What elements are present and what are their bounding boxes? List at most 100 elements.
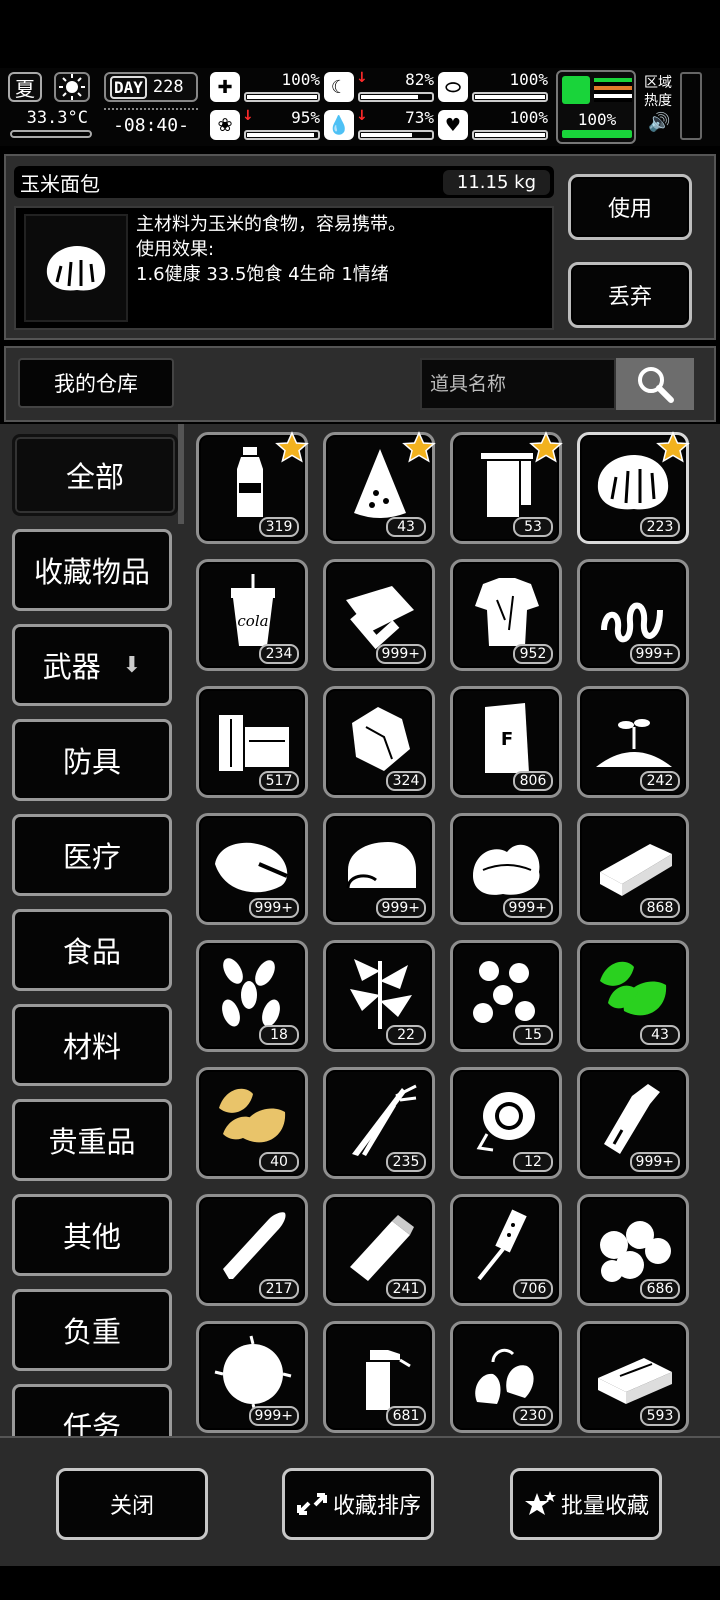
load-stripes-icon xyxy=(594,78,632,102)
category-5[interactable]: 食品 xyxy=(12,909,172,991)
item-slot[interactable]: 43 xyxy=(323,431,436,544)
item-count: 706 xyxy=(513,1279,553,1299)
category-10[interactable]: 任务 xyxy=(12,1384,172,1436)
day-counter: DAY 228 xyxy=(104,72,198,102)
category-label: 任务 xyxy=(62,1410,121,1436)
favorite-star-icon xyxy=(402,431,436,463)
item-slot[interactable]: 999+ xyxy=(577,1067,689,1179)
batch-favorite-button[interactable]: 批量收藏 xyxy=(510,1468,662,1540)
category-1[interactable]: 收藏物品 xyxy=(12,529,172,611)
item-slot[interactable]: cola 234 xyxy=(196,559,308,671)
item-slot[interactable]: 868 xyxy=(577,813,689,925)
item-slot[interactable]: 593 xyxy=(577,1321,689,1433)
item-slot[interactable]: 12 xyxy=(450,1067,562,1179)
stat-bar xyxy=(244,92,320,102)
item-slot[interactable]: 18 xyxy=(196,940,308,1052)
stat-bar xyxy=(358,130,434,140)
category-label: 食品 xyxy=(62,935,121,969)
drop-button[interactable]: 丢弃 xyxy=(568,262,692,328)
item-count: 517 xyxy=(259,771,299,791)
item-count: 15 xyxy=(513,1025,553,1045)
warehouse-title[interactable]: 我的仓库 xyxy=(18,358,174,408)
item-slot[interactable]: 999+ xyxy=(196,1321,308,1433)
category-3[interactable]: 防具 xyxy=(12,719,172,801)
item-slot[interactable]: 999+ xyxy=(196,813,308,925)
stars-icon xyxy=(524,1491,556,1515)
batch-label: 批量收藏 xyxy=(560,1494,649,1519)
item-slot[interactable]: 241 xyxy=(323,1194,435,1306)
close-button[interactable]: 关闭 xyxy=(56,1468,208,1540)
bottom-action-bar: 关闭 收藏排序 批量收藏 xyxy=(0,1436,720,1566)
item-slot[interactable]: 686 xyxy=(577,1194,689,1306)
item-slot[interactable]: 43 xyxy=(577,940,689,1052)
item-slot[interactable]: 53 xyxy=(450,431,563,544)
item-slot[interactable]: F 806 xyxy=(450,686,562,798)
item-slot[interactable]: 999+ xyxy=(323,813,435,925)
board-icon xyxy=(600,844,672,896)
use-button[interactable]: 使用 xyxy=(568,174,692,240)
item-count: 53 xyxy=(513,517,553,537)
item-count: 242 xyxy=(640,771,680,791)
category-label: 贵重品 xyxy=(48,1125,136,1159)
item-search-input[interactable] xyxy=(420,358,616,410)
item-slot[interactable]: 235 xyxy=(323,1067,435,1179)
category-scrollbar[interactable] xyxy=(178,424,184,524)
category-7[interactable]: 贵重品 xyxy=(12,1099,172,1181)
speaker-icon[interactable]: 🔊 xyxy=(648,112,670,133)
item-slot[interactable]: 324 xyxy=(323,686,435,798)
category-6[interactable]: 材料 xyxy=(12,1004,172,1086)
stat-bar-fill xyxy=(475,133,545,137)
item-count: 40 xyxy=(259,1152,299,1172)
category-8[interactable]: 其他 xyxy=(12,1194,172,1276)
category-0[interactable]: 全部 xyxy=(12,434,178,516)
item-count: 241 xyxy=(386,1279,426,1299)
item-slot[interactable]: 681 xyxy=(323,1321,435,1433)
item-slot[interactable]: 952 xyxy=(450,559,562,671)
stat-life: ♥ 100% xyxy=(438,108,550,142)
favorite-sort-button[interactable]: 收藏排序 xyxy=(282,1468,434,1540)
item-slot[interactable]: 230 xyxy=(450,1321,562,1433)
category-label: 其他 xyxy=(62,1220,121,1254)
item-count: 999+ xyxy=(629,1152,680,1172)
swap-arrows-icon xyxy=(296,1493,327,1515)
stomach-icon: ☾ xyxy=(324,72,354,102)
mushrooms-icon xyxy=(473,961,535,1023)
item-count: 22 xyxy=(386,1025,426,1045)
status-hud: 夏 33.3°C DAY 228 -08:40- ✚ 100% ☾ ↓ 82% ⬭ 100%… xyxy=(0,68,720,146)
category-2[interactable]: 武器 ⬇ xyxy=(12,624,172,706)
item-slot[interactable]: 22 xyxy=(323,940,435,1052)
item-grid-area[interactable]: 319 43 53 223 cola 234 999+ 952 999+ 517 324 F 806 24… xyxy=(186,424,716,1436)
item-slot[interactable]: 999+ xyxy=(323,559,435,671)
category-9[interactable]: 负重 xyxy=(12,1289,172,1371)
item-count: 999+ xyxy=(375,898,426,918)
item-weight: 11.15 kg xyxy=(442,169,550,195)
item-slot[interactable]: 999+ xyxy=(450,813,562,925)
item-slot[interactable]: 15 xyxy=(450,940,562,1052)
item-count: 223 xyxy=(640,517,680,537)
stat-value: 73% xyxy=(405,108,434,127)
stat-value: 100% xyxy=(509,70,548,89)
cloth-icon xyxy=(346,586,414,650)
favorite-star-icon xyxy=(275,431,309,463)
item-description-box: 主材料为玉米的食物，容易携带。 使用效果: 1.6健康 33.5饱食 4生命 1… xyxy=(14,206,554,330)
search-button[interactable] xyxy=(616,358,694,410)
item-count: 230 xyxy=(513,1406,553,1426)
item-slot[interactable]: 217 xyxy=(196,1194,308,1306)
milk-bottle-icon xyxy=(604,1084,660,1154)
load-indicator: 100% xyxy=(556,70,636,144)
item-slot[interactable]: 999+ xyxy=(577,559,689,671)
item-slot[interactable]: 517 xyxy=(196,686,308,798)
category-list[interactable]: 全部收藏物品武器 ⬇ 防具医疗食品材料贵重品其他负重任务 xyxy=(4,424,184,1436)
item-count: 999+ xyxy=(248,898,299,918)
item-slot[interactable]: 40 xyxy=(196,1067,308,1179)
inventory-main: 全部 收藏物品 武器 ⬇ 防具 医疗 食品 材料 贵重品 其他 负重 任务 319 43 53 223 col… xyxy=(0,424,720,1436)
item-slot[interactable]: 242 xyxy=(577,686,689,798)
season-indicator: 夏 xyxy=(8,72,42,102)
item-slot[interactable]: 706 xyxy=(450,1194,562,1306)
category-4[interactable]: 医疗 xyxy=(12,814,172,896)
item-slot[interactable]: 223 xyxy=(577,431,690,544)
sun-icon xyxy=(54,72,90,102)
stat-value: 82% xyxy=(405,70,434,89)
item-slot[interactable]: 319 xyxy=(196,431,309,544)
zone-heat-meter xyxy=(680,72,702,140)
